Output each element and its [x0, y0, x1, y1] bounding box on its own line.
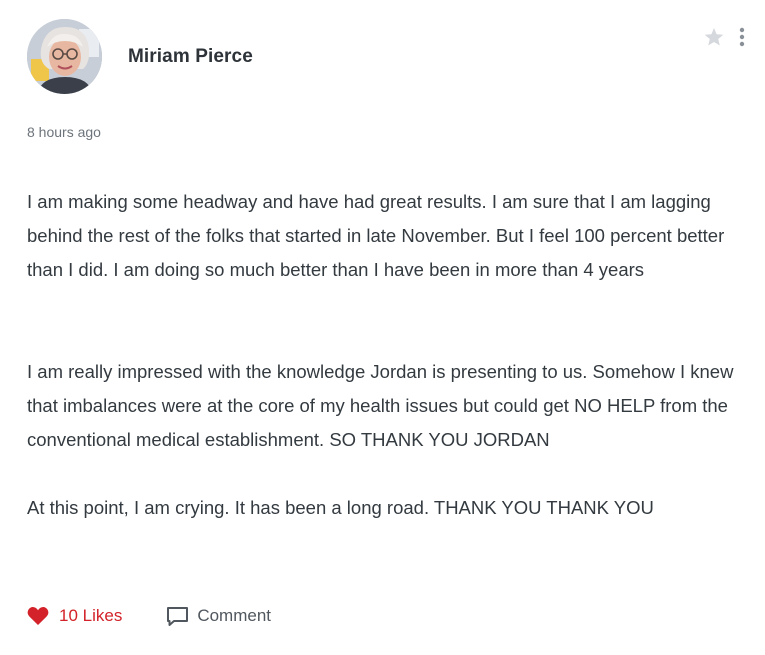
star-icon[interactable] [703, 26, 725, 48]
post-timestamp: 8 hours ago [27, 124, 101, 140]
like-button[interactable]: 10 Likes [27, 606, 122, 626]
user-photo-avatar-icon [27, 19, 102, 94]
avatar[interactable] [27, 19, 102, 94]
heart-icon [27, 607, 49, 625]
comment-button[interactable]: Comment [166, 606, 271, 627]
post-actions: 10 Likes Comment [27, 603, 271, 629]
post-paragraph: I am really impressed with the knowledge… [27, 361, 734, 450]
post-body: I am making some headway and have had gr… [27, 185, 747, 525]
more-vertical-icon[interactable] [736, 26, 748, 48]
likes-count: 10 Likes [59, 606, 123, 625]
post-paragraph: At this point, I am crying. It has been … [27, 497, 654, 518]
post-paragraph: I am making some headway and have had gr… [27, 191, 725, 280]
author-name[interactable]: Miriam Pierce [128, 46, 253, 68]
post-card: Miriam Pierce 8 hours ago I am making so… [0, 0, 765, 655]
comment-icon [167, 606, 189, 626]
comment-label: Comment [197, 606, 272, 625]
